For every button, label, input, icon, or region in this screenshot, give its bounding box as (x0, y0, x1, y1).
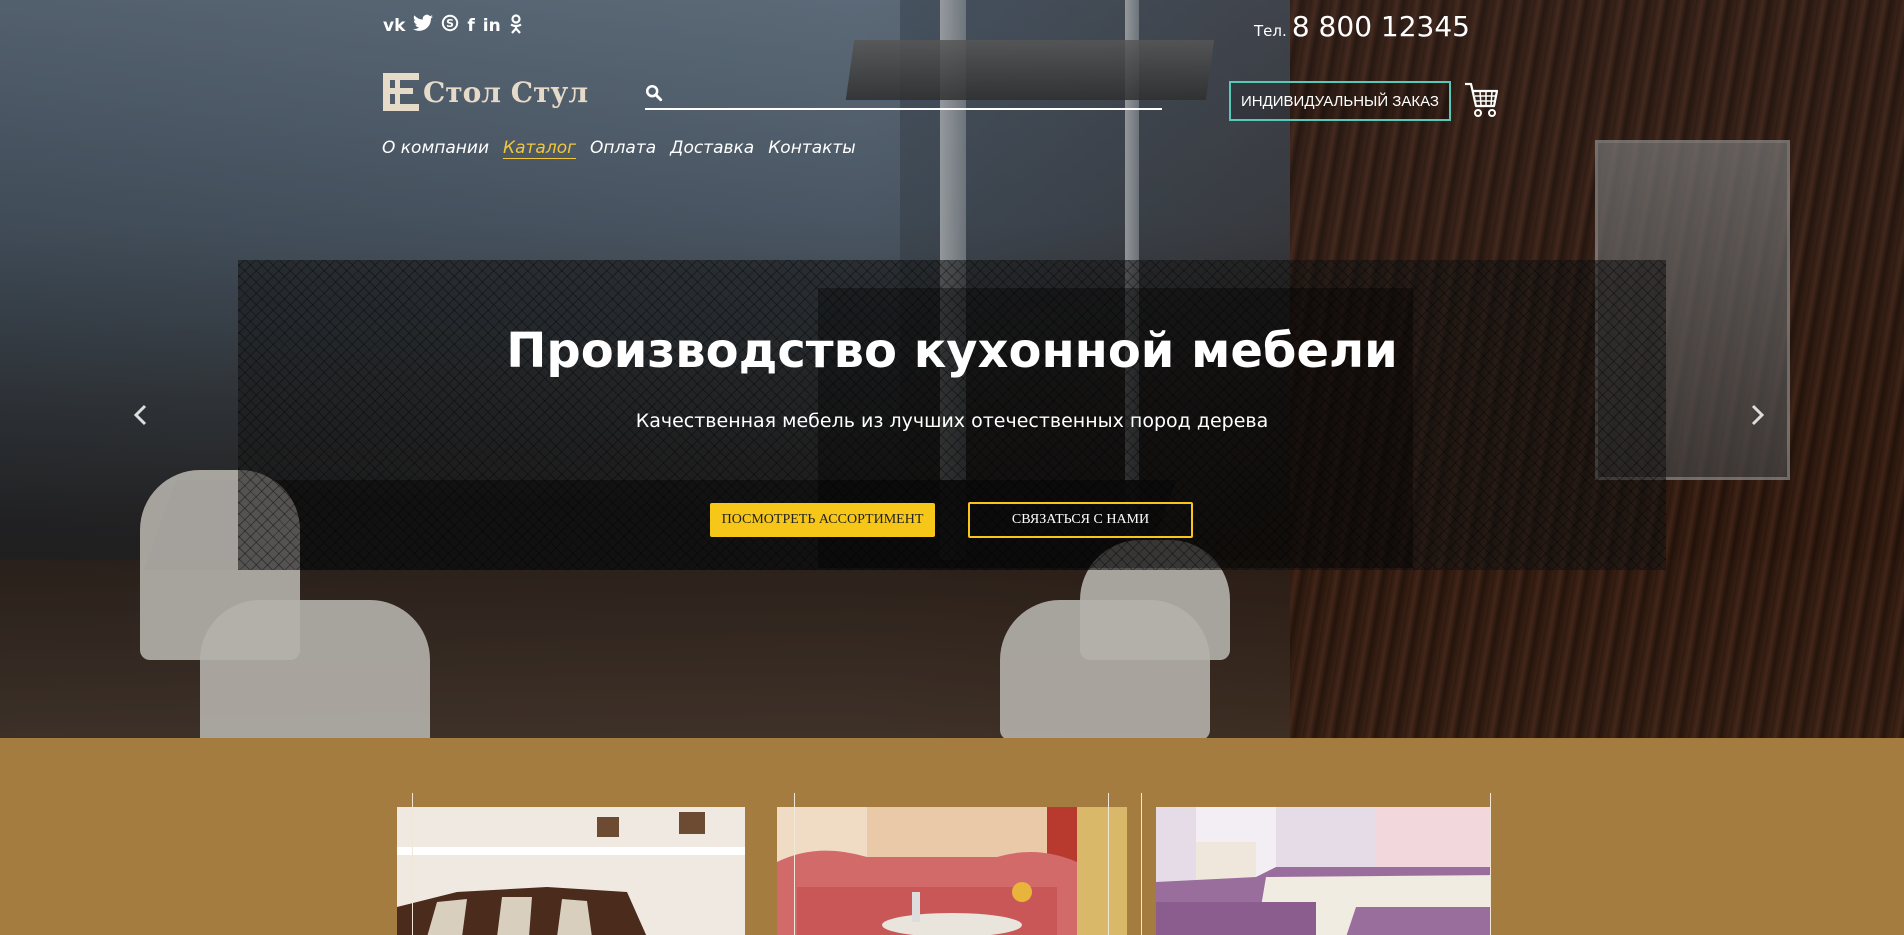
nav-item-contacts[interactable]: Контакты (768, 138, 856, 159)
product-card-frame (412, 793, 747, 935)
facebook-icon[interactable]: f (467, 14, 474, 41)
cart-icon[interactable] (1464, 80, 1498, 120)
search-bar[interactable] (645, 80, 1162, 110)
slide-subtitle: Качественная мебель из лучших отечествен… (635, 410, 1269, 432)
main-nav: О компании Каталог Оплата Доставка Конта… (382, 138, 856, 159)
slide-title: Производство кухонной мебели (506, 323, 1398, 379)
nav-item-payment[interactable]: Оплата (590, 138, 656, 159)
svg-text:S: S (447, 17, 455, 30)
phone-contact: Тел. 8 800 12345 (1254, 10, 1470, 43)
vk-icon[interactable]: vk (383, 14, 405, 41)
product-card-frame (794, 793, 1109, 935)
skype-icon[interactable]: S (441, 14, 459, 41)
nav-item-about[interactable]: О компании (382, 138, 489, 159)
logo-text: Стол Стул (423, 75, 589, 109)
product-card-frame (1141, 793, 1491, 935)
search-icon[interactable] (645, 84, 663, 102)
phone-label: Тел. (1254, 22, 1287, 40)
chevron-right-icon[interactable] (1742, 400, 1772, 430)
phone-number[interactable]: 8 800 12345 (1292, 10, 1470, 43)
product-card[interactable] (777, 793, 1127, 935)
chevron-left-icon[interactable] (126, 400, 156, 430)
search-input[interactable] (671, 80, 1156, 108)
product-card[interactable] (397, 793, 747, 935)
contact-us-button[interactable]: СВЯЗАТЬСЯ С НАМИ (968, 502, 1193, 538)
logo-icon (383, 73, 419, 111)
custom-order-button[interactable]: ИНДИВИДУАЛЬНЫЙ ЗАКАЗ (1229, 81, 1451, 121)
nav-item-catalog[interactable]: Каталог (503, 138, 577, 159)
odnoklassniki-icon[interactable] (509, 14, 523, 41)
social-links: vk S f in (383, 14, 523, 41)
twitter-icon[interactable] (413, 14, 434, 41)
nav-item-delivery[interactable]: Доставка (670, 138, 754, 159)
product-card[interactable] (1141, 793, 1491, 935)
site-logo[interactable]: Стол Стул (383, 73, 588, 111)
view-assortment-button[interactable]: ПОСМОТРЕТЬ АССОРТИМЕНТ (710, 503, 935, 537)
linkedin-icon[interactable]: in (483, 14, 501, 41)
